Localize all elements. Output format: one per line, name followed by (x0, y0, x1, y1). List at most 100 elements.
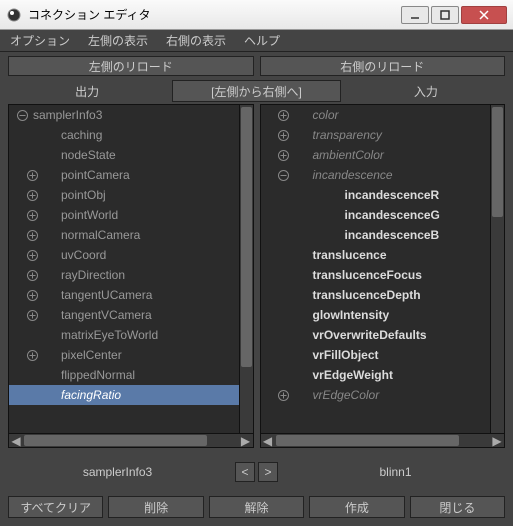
expand-icon[interactable] (277, 148, 291, 162)
tree-item[interactable]: vrEdgeColor (261, 385, 491, 405)
tree-item-label: pointWorld (61, 208, 118, 222)
scroll-right-icon[interactable]: ▶ (490, 434, 504, 448)
tree-item[interactable]: incandescenceR (261, 185, 491, 205)
tree-item[interactable]: nodeState (9, 145, 239, 165)
expand-icon[interactable] (277, 128, 291, 142)
expand-icon[interactable] (25, 248, 39, 262)
tree-root[interactable]: samplerInfo3 (9, 105, 239, 125)
tree-item-label: incandescence (313, 168, 393, 182)
expand-icon[interactable] (25, 348, 39, 362)
tree-item[interactable]: matrixEyeToWorld (9, 325, 239, 345)
expand-icon[interactable] (25, 288, 39, 302)
tree-item[interactable]: tangentVCamera (9, 305, 239, 325)
left-vscrollbar[interactable] (239, 105, 253, 433)
tree-item-label: ambientColor (313, 148, 384, 162)
expand-icon[interactable] (25, 268, 39, 282)
tree-item[interactable]: ambientColor (261, 145, 491, 165)
app-icon (6, 7, 22, 23)
collapse-icon[interactable] (277, 168, 291, 182)
make-button[interactable]: 作成 (309, 496, 404, 518)
tree-item-label: translucenceDepth (313, 288, 421, 302)
tree-item[interactable]: glowIntensity (261, 305, 491, 325)
right-hscrollbar[interactable]: ◀ ▶ (260, 434, 506, 448)
scroll-left-icon[interactable]: ◀ (9, 434, 23, 448)
tree-item[interactable]: translucence (261, 245, 491, 265)
tree-item-label: normalCamera (61, 228, 140, 242)
tree-item-label: glowIntensity (313, 308, 390, 322)
menu-options[interactable]: オプション (6, 30, 74, 51)
tree-item[interactable]: pointWorld (9, 205, 239, 225)
tree-item-label: transparency (313, 128, 382, 142)
left-hscrollbar[interactable]: ◀ ▶ (8, 434, 254, 448)
tree-item-label: facingRatio (61, 388, 121, 402)
toggle-spacer (25, 388, 39, 402)
tree-item[interactable]: rayDirection (9, 265, 239, 285)
tree-item[interactable]: color (261, 105, 491, 125)
tree-item[interactable]: caching (9, 125, 239, 145)
maximize-button[interactable] (431, 6, 459, 24)
reload-right-button[interactable]: 右側のリロード (260, 56, 506, 76)
close-button[interactable]: 閉じる (410, 496, 505, 518)
clear-all-button[interactable]: すべてクリア (8, 496, 103, 518)
right-vscrollbar[interactable] (490, 105, 504, 433)
tree-item[interactable]: vrEdgeWeight (261, 365, 491, 385)
tree-item[interactable]: incandescenceG (261, 205, 491, 225)
prev-button[interactable]: < (235, 462, 255, 482)
right-panel: color transparency ambientColor incandescen… (260, 104, 506, 448)
expand-icon[interactable] (25, 228, 39, 242)
tree-item[interactable]: incandescence (261, 165, 491, 185)
tree-item-label: vrOverwriteDefaults (313, 328, 427, 342)
left-panel: samplerInfo3cachingnodeStatepointCamerap… (8, 104, 254, 448)
scroll-left-icon[interactable]: ◀ (261, 434, 275, 448)
minimize-button[interactable] (401, 6, 429, 24)
tree-item[interactable]: vrOverwriteDefaults (261, 325, 491, 345)
break-button[interactable]: 解除 (209, 496, 304, 518)
tree-item-label: vrEdgeColor (313, 388, 380, 402)
menu-right-display[interactable]: 右側の表示 (162, 30, 230, 51)
tree-item-label: vrFillObject (313, 348, 379, 362)
expand-icon[interactable] (277, 108, 291, 122)
next-button[interactable]: > (258, 462, 278, 482)
tree-item-label: incandescenceG (345, 208, 440, 222)
tree-item-label: caching (61, 128, 102, 142)
tree-item[interactable]: normalCamera (9, 225, 239, 245)
expand-icon[interactable] (25, 168, 39, 182)
tree-item[interactable]: tangentUCamera (9, 285, 239, 305)
expand-icon[interactable] (25, 188, 39, 202)
tree-item[interactable]: flippedNormal (9, 365, 239, 385)
menu-left-display[interactable]: 左側の表示 (84, 30, 152, 51)
toggle-spacer (309, 228, 323, 242)
menu-help[interactable]: ヘルプ (240, 30, 284, 51)
tree-item-label: incandescenceB (345, 228, 440, 242)
collapse-icon[interactable] (15, 108, 29, 122)
delete-button[interactable]: 削除 (108, 496, 203, 518)
output-header: 出力 (75, 83, 99, 100)
expand-icon[interactable] (25, 308, 39, 322)
tree-item-label: matrixEyeToWorld (61, 328, 158, 342)
tree-item[interactable]: incandescenceB (261, 225, 491, 245)
toggle-spacer (277, 248, 291, 262)
expand-icon[interactable] (25, 208, 39, 222)
tree-item[interactable]: transparency (261, 125, 491, 145)
menubar: オプション 左側の表示 右側の表示 ヘルプ (0, 30, 513, 52)
reload-left-button[interactable]: 左側のリロード (8, 56, 254, 76)
tree-item[interactable]: translucenceDepth (261, 285, 491, 305)
direction-button[interactable]: [左側から右側へ] (172, 80, 340, 102)
expand-icon[interactable] (277, 388, 291, 402)
toggle-spacer (25, 368, 39, 382)
tree-item[interactable]: translucenceFocus (261, 265, 491, 285)
window-title: コネクション エディタ (28, 6, 401, 23)
tree-item[interactable]: pointCamera (9, 165, 239, 185)
tree-item[interactable]: pixelCenter (9, 345, 239, 365)
toggle-spacer (277, 268, 291, 282)
right-node-name: blinn1 (286, 465, 505, 479)
tree-item[interactable]: pointObj (9, 185, 239, 205)
tree-item[interactable]: facingRatio (9, 385, 239, 405)
close-button[interactable] (461, 6, 507, 24)
tree-item[interactable]: uvCoord (9, 245, 239, 265)
toggle-spacer (277, 348, 291, 362)
titlebar: コネクション エディタ (0, 0, 513, 30)
input-header: 入力 (414, 83, 438, 100)
scroll-right-icon[interactable]: ▶ (239, 434, 253, 448)
tree-item[interactable]: vrFillObject (261, 345, 491, 365)
